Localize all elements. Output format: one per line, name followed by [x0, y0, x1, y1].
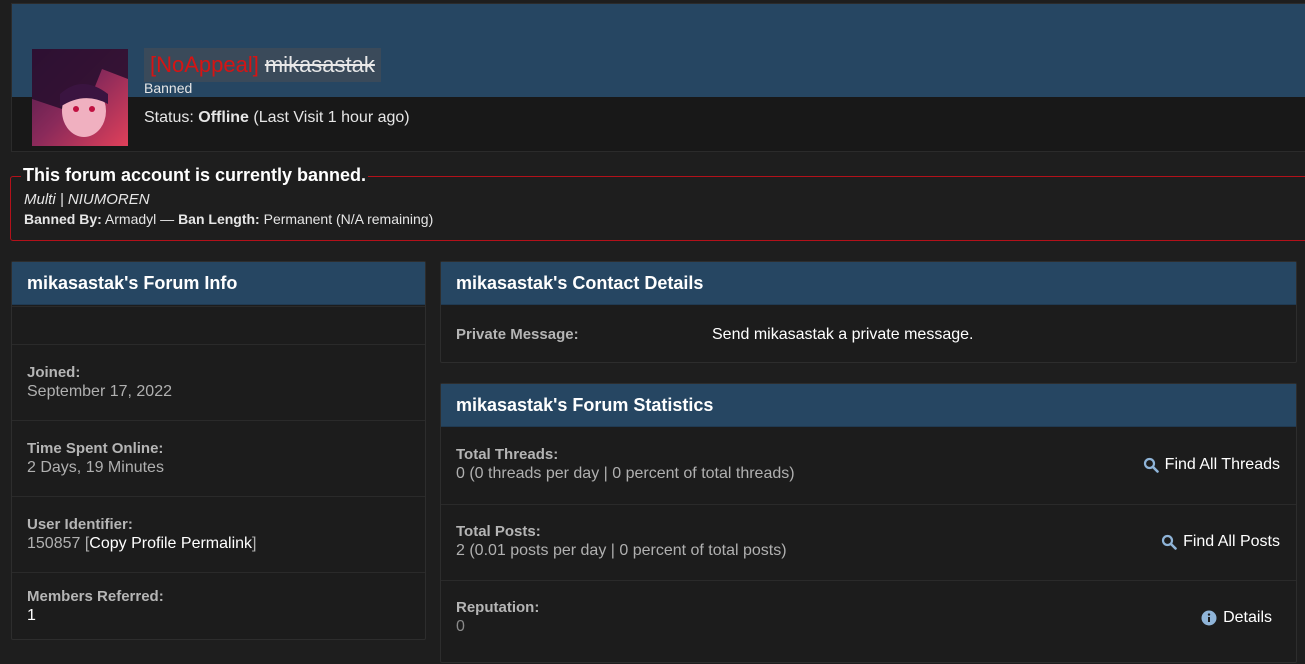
- profile-username: mikasastak: [264, 52, 375, 77]
- user-title: Banned: [144, 80, 193, 96]
- search-icon: [1161, 534, 1177, 550]
- private-message-row: Private Message: Send mikasastak a priva…: [441, 306, 1296, 363]
- joined-label: Joined:: [27, 364, 81, 381]
- time-online-label: Time Spent Online:: [27, 440, 164, 457]
- status-value: Offline: [198, 109, 249, 126]
- reputation-details-button[interactable]: Details: [1201, 609, 1272, 627]
- ban-title: This forum account is currently banned.: [21, 165, 369, 186]
- name-tag: [NoAppeal]: [150, 52, 259, 77]
- joined-value: September 17, 2022: [27, 383, 172, 400]
- find-all-threads-button[interactable]: Find All Threads: [1143, 456, 1280, 474]
- members-referred-value[interactable]: 1: [27, 607, 425, 625]
- time-online-row: Time Spent Online: 2 Days, 19 Minutes: [12, 420, 425, 496]
- joined-row: Joined: September 17, 2022: [12, 344, 425, 420]
- reputation-label: Reputation:: [456, 599, 540, 616]
- contact-details-title: mikasastak's Contact Details: [441, 262, 1296, 305]
- user-identifier-row: User Identifier: 150857 [Copy Profile Pe…: [12, 496, 425, 572]
- time-online-value: 2 Days, 19 Minutes: [27, 459, 164, 476]
- forum-statistics-title: mikasastak's Forum Statistics: [441, 384, 1296, 427]
- private-message-link[interactable]: Send mikasastak a private message.: [712, 326, 973, 344]
- total-threads-row: Total Threads: 0 (0 threads per day | 0 …: [441, 430, 1296, 504]
- ban-reason: Multi | NIUMOREN: [24, 191, 150, 208]
- members-referred-label: Members Referred:: [27, 588, 164, 605]
- reputation-row: Reputation: 0 Details: [441, 580, 1296, 664]
- user-identifier-value: 150857: [27, 535, 81, 552]
- avatar[interactable]: [32, 49, 128, 146]
- banned-by-value: Armadyl: [104, 211, 157, 227]
- total-posts-row: Total Posts: 2 (0.01 posts per day | 0 p…: [441, 504, 1296, 580]
- reputation-value: 0: [456, 618, 465, 635]
- contact-details-panel: mikasastak's Contact Details Private Mes…: [440, 261, 1297, 363]
- members-referred-row: Members Referred: 1: [12, 572, 425, 640]
- find-all-threads-label: Find All Threads: [1164, 456, 1280, 473]
- user-identifier-label: User Identifier:: [27, 516, 133, 533]
- profile-name: [NoAppeal] mikasastak: [144, 48, 381, 82]
- info-icon: [1201, 610, 1217, 626]
- copy-permalink-link[interactable]: Copy Profile Permalink: [89, 535, 252, 552]
- ban-length-label: Ban Length:: [178, 211, 260, 227]
- forum-statistics-panel: mikasastak's Forum Statistics Total Thre…: [440, 383, 1297, 663]
- find-all-posts-button[interactable]: Find All Posts: [1161, 533, 1280, 551]
- find-all-posts-label: Find All Posts: [1183, 533, 1280, 550]
- search-icon: [1143, 457, 1159, 473]
- status-line: Status: Offline (Last Visit 1 hour ago): [144, 109, 410, 127]
- last-visit: (Last Visit 1 hour ago): [253, 109, 410, 126]
- private-message-label: Private Message:: [456, 326, 579, 343]
- ban-length-value: Permanent (N/A remaining): [263, 211, 434, 227]
- ban-details: Banned By: Armadyl — Ban Length: Permane…: [24, 211, 433, 227]
- forum-info-title: mikasastak's Forum Info: [12, 262, 425, 305]
- banned-by-label: Banned By:: [24, 211, 102, 227]
- ban-separator: —: [160, 211, 175, 227]
- status-label: Status:: [144, 109, 194, 126]
- reputation-details-label: Details: [1223, 609, 1272, 626]
- user-identifier-value-line: 150857 [Copy Profile Permalink]: [27, 535, 257, 552]
- forum-info-panel: mikasastak's Forum Info Joined: Septembe…: [11, 261, 426, 640]
- forum-info-empty-row: [12, 306, 425, 344]
